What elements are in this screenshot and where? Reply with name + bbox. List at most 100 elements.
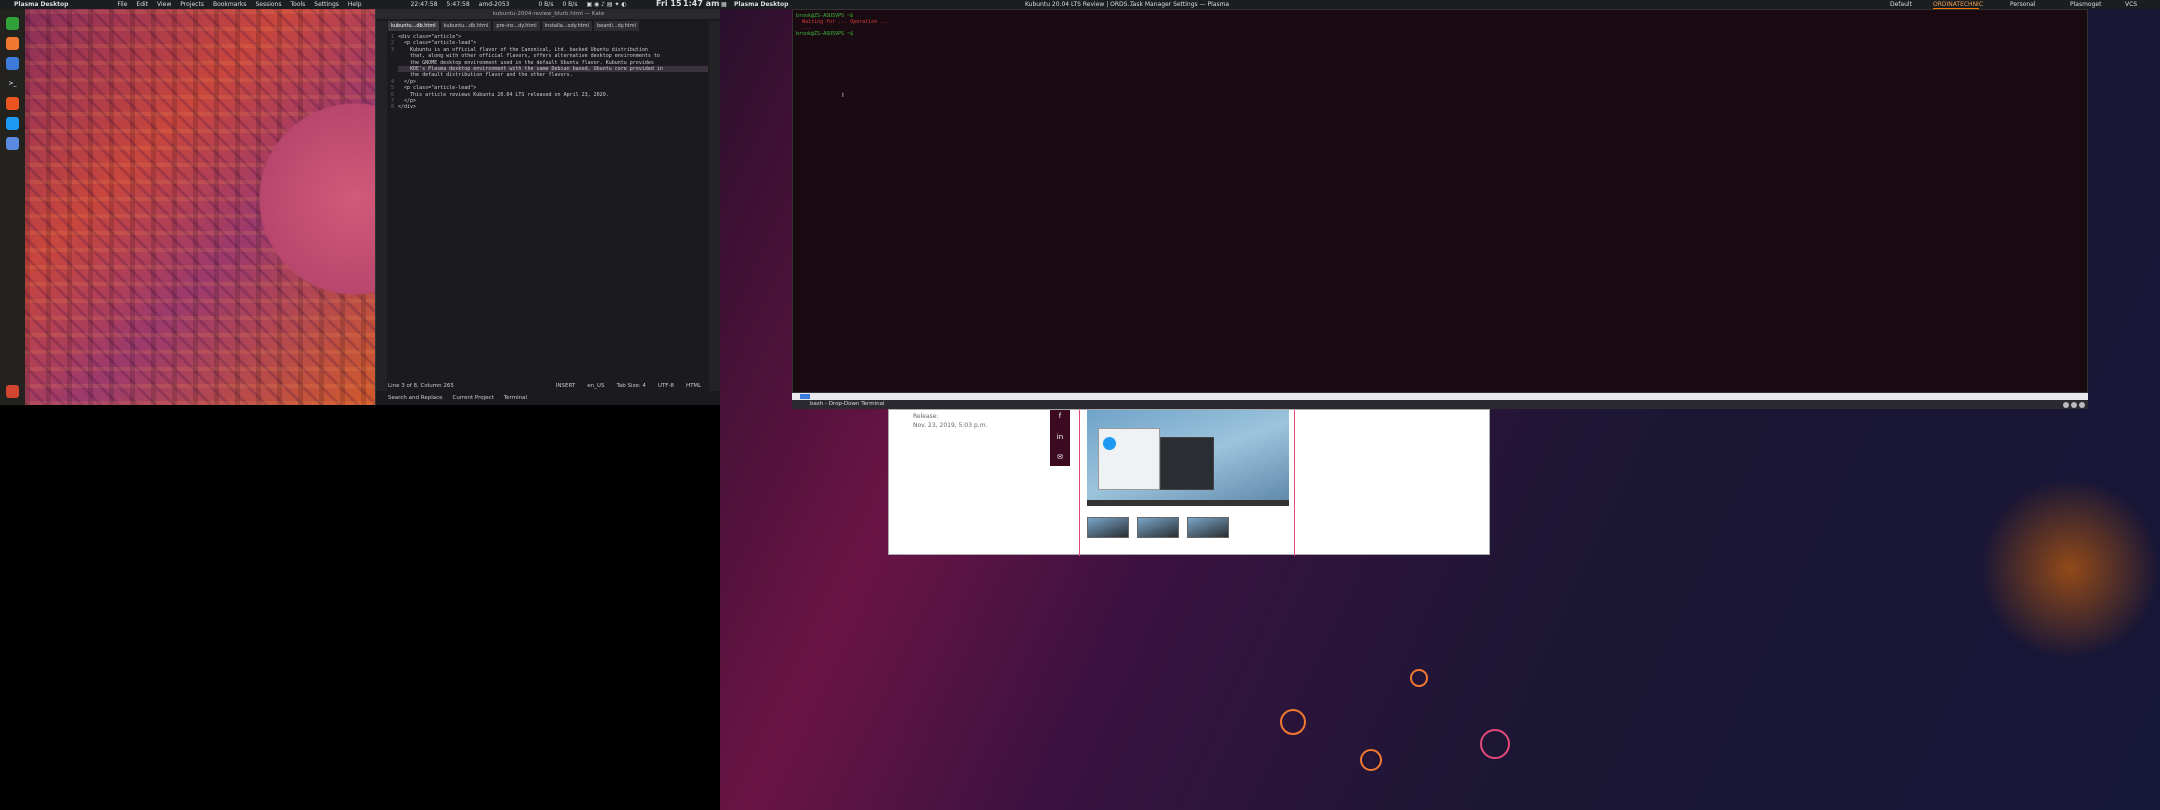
desktop-plasmoget[interactable]: Plasmoget bbox=[2070, 0, 2101, 9]
clock-primary: 22:47:58 bbox=[410, 1, 438, 8]
discover-icon[interactable] bbox=[6, 117, 19, 130]
tray-icons[interactable]: ▣ ◉ ♪ ▤ ✦ ◐ bbox=[586, 1, 626, 8]
window-title: kubuntu-2004-review_blurb.html — Kate bbox=[376, 9, 721, 19]
cursor-position[interactable]: Line 3 of 8, Column 265 bbox=[388, 381, 454, 391]
terminal-title: bash - Drop-Down Terminal bbox=[792, 400, 2088, 409]
code-text: <p class="article-lead"> bbox=[398, 85, 477, 92]
language[interactable]: en_US bbox=[587, 381, 604, 391]
code-text: <p class="article-lead"> bbox=[398, 40, 477, 47]
tab-size[interactable]: Tab Size: 4 bbox=[616, 381, 645, 391]
code-text: </div> bbox=[398, 104, 417, 111]
close-icon[interactable] bbox=[2079, 402, 2085, 408]
code-text: </p> bbox=[398, 98, 417, 105]
code-text: Kubuntu is an official flavor of the Can… bbox=[398, 46, 648, 53]
linkedin-icon[interactable]: in bbox=[1055, 432, 1065, 442]
code-text: <div class="article"> bbox=[398, 34, 462, 40]
release-label: Release: bbox=[913, 413, 939, 420]
menu-view[interactable]: View bbox=[157, 1, 171, 8]
task-browser[interactable]: Kubuntu 20.04 LTS Review | ORDS... bbox=[1025, 1, 1133, 8]
dropdown-terminal[interactable]: brook@ZS-ASUSVPS ~$ Waiting for ... Oper… bbox=[792, 9, 2088, 393]
menu-settings[interactable]: Settings bbox=[314, 1, 339, 8]
net-down: 0 B/s bbox=[538, 1, 554, 8]
top-panel-left: Plasma Desktop File Edit View Projects B… bbox=[0, 0, 720, 9]
status-bar: Line 3 of 8, Column 265 INSERT en_US Tab… bbox=[388, 381, 708, 391]
kate-icon[interactable] bbox=[6, 17, 19, 30]
clock-label: amd-2053 bbox=[478, 1, 510, 8]
browser-icon[interactable] bbox=[6, 137, 19, 150]
menu-help[interactable]: Help bbox=[348, 1, 362, 8]
divider bbox=[1079, 410, 1080, 556]
tab-file[interactable]: Installa...ody.html bbox=[541, 21, 592, 31]
gallery-thumbnail[interactable] bbox=[1087, 517, 1129, 538]
terminal-tab-bar bbox=[792, 393, 2088, 400]
settings-icon[interactable] bbox=[2063, 402, 2069, 408]
release-info: Release: Nov. 23, 2019, 5:03 p.m. bbox=[913, 412, 1003, 434]
wallpaper-ring bbox=[1360, 749, 1382, 771]
tab-file[interactable]: kubuntu...db.html bbox=[440, 21, 492, 31]
gallery-thumbnail[interactable] bbox=[1137, 517, 1179, 538]
screenshot-panel bbox=[1087, 500, 1289, 506]
desktop-personal[interactable]: Personal bbox=[2010, 0, 2036, 9]
terminal-tab[interactable] bbox=[800, 394, 810, 399]
bottom-toolbar: Search and Replace Current Project Termi… bbox=[388, 393, 708, 403]
release-date: Nov. 23, 2019, 5:03 p.m. bbox=[913, 422, 988, 429]
pen-icon[interactable] bbox=[6, 57, 19, 70]
time: 1:47 am bbox=[683, 0, 720, 8]
syntax-mode[interactable]: HTML bbox=[686, 381, 701, 391]
menu-tools[interactable]: Tools bbox=[291, 1, 306, 8]
facebook-icon[interactable]: f bbox=[1055, 411, 1065, 421]
trash-icon[interactable] bbox=[6, 385, 19, 398]
terminal-output[interactable]: brook@ZS-ASUSVPS ~$ Waiting for ... Oper… bbox=[796, 13, 889, 37]
email-icon[interactable]: ✉ bbox=[1055, 452, 1065, 462]
menu-file[interactable]: File bbox=[117, 1, 127, 8]
menu-projects[interactable]: Projects bbox=[180, 1, 204, 8]
divider bbox=[1294, 410, 1295, 556]
encoding[interactable]: UTF-8 bbox=[658, 381, 674, 391]
desktop-ordinatechnic[interactable]: ORDINATECHNIC bbox=[1933, 0, 1983, 9]
code-line[interactable]: 8 </div> bbox=[391, 104, 708, 111]
search-replace-button[interactable]: Search and Replace bbox=[388, 393, 443, 403]
input-mode[interactable]: INSERT bbox=[556, 381, 575, 391]
wallpaper-ring bbox=[1410, 669, 1428, 687]
wallpaper-ring bbox=[1280, 709, 1306, 735]
task-settings[interactable]: Task Manager Settings — Plasma bbox=[1130, 1, 1229, 8]
line-number: 8 bbox=[390, 104, 394, 111]
code-text: </p> bbox=[398, 78, 417, 85]
screenshot-window bbox=[1160, 437, 1214, 490]
code-area[interactable]: 1 <div class="article"> 2 <p class="articl… bbox=[391, 34, 708, 374]
terminal-button[interactable]: Terminal bbox=[504, 393, 527, 403]
gallery-thumbnail[interactable] bbox=[1187, 517, 1229, 538]
net-up: 0 B/s bbox=[562, 1, 578, 8]
app-dock: >_ bbox=[0, 9, 25, 405]
menu-edit[interactable]: Edit bbox=[136, 1, 148, 8]
menu-sessions[interactable]: Sessions bbox=[255, 1, 281, 8]
code-text: the GNOME desktop environment used in th… bbox=[398, 59, 654, 66]
menu-bookmarks[interactable]: Bookmarks bbox=[213, 1, 247, 8]
sidebar-documents[interactable] bbox=[376, 21, 387, 391]
tab-file[interactable]: pre-ins...dy.html bbox=[493, 21, 540, 31]
code-text: that, along with other official flavors,… bbox=[398, 53, 660, 60]
desktop-default[interactable]: Default bbox=[1890, 0, 1912, 9]
terminal-line: brook@ZS-ASUSVPS ~$ bbox=[796, 31, 857, 37]
tab-file[interactable]: kubuntu...db.html bbox=[388, 21, 439, 31]
text-cursor-icon: I bbox=[842, 92, 844, 99]
software-icon[interactable] bbox=[6, 97, 19, 110]
code-text: This article reviews Kubuntu 20.04 LTS r… bbox=[398, 91, 609, 98]
wallpaper-ring bbox=[1480, 729, 1510, 759]
code-text: KDE's Plasma desktop environment with th… bbox=[398, 66, 663, 73]
pin-icon[interactable] bbox=[2071, 402, 2077, 408]
code-text: the default distribution flavor and the … bbox=[398, 72, 573, 79]
browser-page: Release: Nov. 23, 2019, 5:03 p.m. f in ✉ bbox=[888, 409, 1490, 556]
share-bar: f in ✉ bbox=[1050, 410, 1070, 466]
terminal-icon[interactable]: >_ bbox=[6, 77, 19, 90]
app-title: Plasma Desktop bbox=[14, 1, 69, 8]
kubuntu-logo-icon bbox=[1103, 437, 1116, 450]
tab-file[interactable]: beardi...dy.html bbox=[594, 21, 640, 31]
app-menu-icon[interactable]: ▦ bbox=[721, 1, 727, 8]
tab-bar: kubuntu...db.html kubuntu...db.html pre-… bbox=[388, 21, 708, 31]
files-icon[interactable] bbox=[6, 37, 19, 50]
desktop-vcs[interactable]: VCS bbox=[2125, 0, 2137, 9]
current-project-button[interactable]: Current Project bbox=[453, 393, 494, 403]
kate-editor-window: kubuntu-2004-review_blurb.html — Kate ku… bbox=[375, 9, 721, 405]
screenshot-image[interactable] bbox=[1087, 410, 1289, 506]
